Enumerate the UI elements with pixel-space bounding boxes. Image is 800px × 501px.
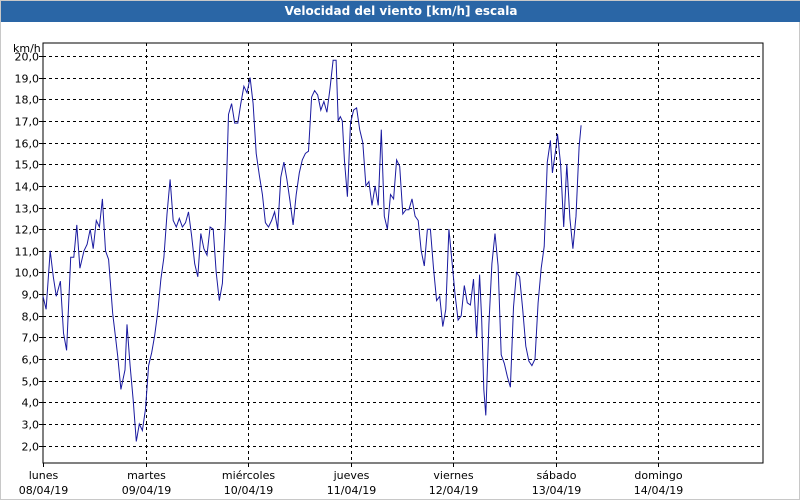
x-tick-day-label: martes: [127, 469, 166, 482]
y-tick-label: 5,0: [22, 376, 40, 389]
x-tick-date-label: 09/04/19: [122, 484, 171, 497]
series-line-wind-speed: [42, 59, 582, 442]
y-tick-label: 11,0: [15, 246, 40, 259]
y-tick-label: 20,0: [15, 51, 40, 64]
y-tick-label: 3,0: [22, 419, 40, 432]
y-tick-label: 14,0: [15, 181, 40, 194]
x-tick-date-label: 14/04/19: [634, 484, 683, 497]
x-tick-date-label: 13/04/19: [532, 484, 581, 497]
x-tick-day-label: viernes: [433, 469, 473, 482]
y-tick-label: 18,0: [15, 94, 40, 107]
y-tick-label: 13,0: [15, 203, 40, 216]
y-tick-label: 4,0: [22, 397, 40, 410]
x-tick-day-label: sábado: [537, 469, 577, 482]
y-tick-label: 19,0: [15, 73, 40, 86]
y-tick-label: 17,0: [15, 116, 40, 129]
x-tick-date-label: 08/04/19: [19, 484, 68, 497]
x-tick-day-label: miércoles: [222, 469, 275, 482]
chart-canvas: km/h 2,03,04,05,06,07,08,09,010,011,012,…: [13, 42, 764, 497]
chart-window: Velocidad del viento [km/h] escala km/h …: [0, 0, 800, 500]
y-axis-ticks: 2,0 3,0 4,0 5,0 6,0 7,0 8,0 9,0 10,0 11,0 12,0 13,0…: [15, 51, 43, 454]
plot-border: [42, 42, 764, 464]
grid-lines: [43, 43, 763, 463]
x-tick-date-label: 10/04/19: [224, 484, 273, 497]
y-tick-label: 9,0: [22, 289, 40, 302]
y-tick-label: 10,0: [15, 267, 40, 280]
x-tick-day-label: domingo: [634, 469, 682, 482]
series-layer: [42, 59, 582, 442]
x-axis-ticks: lunes 08/04/19 martes 09/04/19 miércoles 10/0…: [19, 463, 683, 497]
y-tick-label: 16,0: [15, 138, 40, 151]
y-tick-label: 7,0: [22, 332, 40, 345]
y-tick-label: 6,0: [22, 354, 40, 367]
plot-frame: [42, 42, 764, 464]
y-tick-label: 12,0: [15, 224, 40, 237]
x-tick-day-label: lunes: [29, 469, 59, 482]
y-tick-label: 2,0: [22, 441, 40, 454]
x-tick-day-label: jueves: [333, 469, 370, 482]
y-tick-label: 15,0: [15, 159, 40, 172]
y-tick-label: 8,0: [22, 311, 40, 324]
x-tick-date-label: 11/04/19: [327, 484, 376, 497]
x-tick-date-label: 12/04/19: [429, 484, 478, 497]
